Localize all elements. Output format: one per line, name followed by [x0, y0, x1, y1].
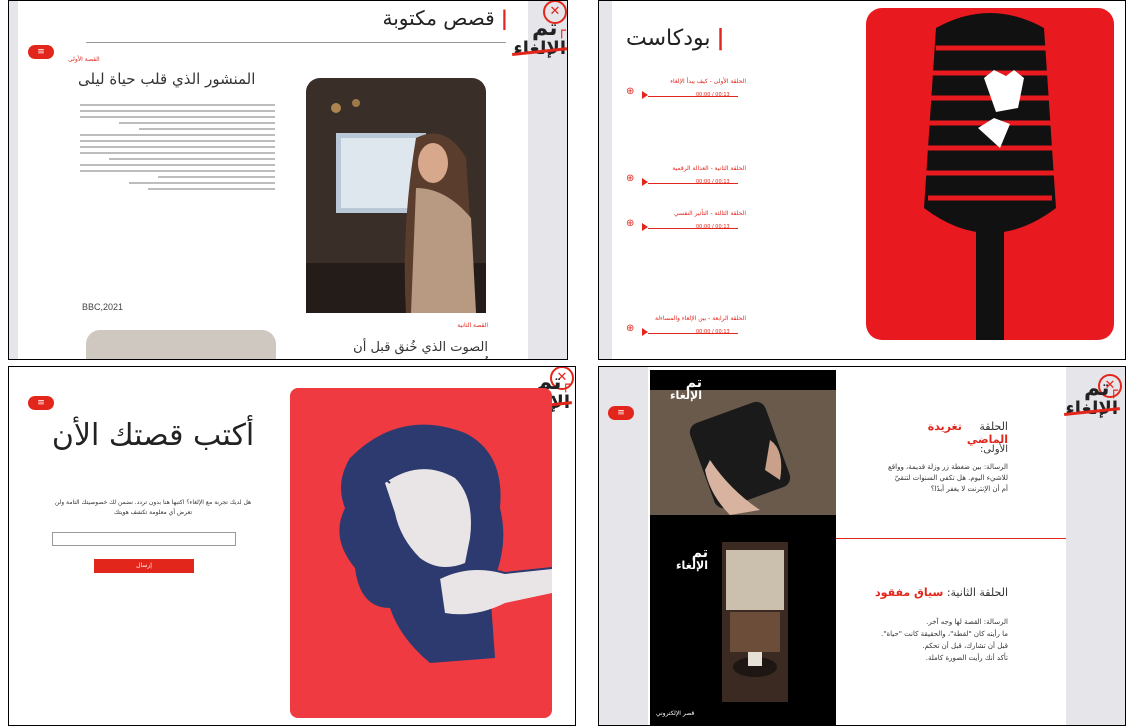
panel-podcast: |بودكاست الحلقة الأولى - كيف يبدأ الإلغا…: [598, 0, 1126, 360]
panel-frame: [598, 366, 1126, 726]
panel-frame: [598, 0, 1126, 360]
panel-frame: [8, 0, 568, 360]
panel-frame: [8, 366, 576, 726]
panel-written-stories: ≡ ✕ ┌تم الإلغاء |قصص مكتوبة القصة الأولى…: [8, 0, 568, 360]
panel-episodes: ≡ ✕ ┌تم الإلغاء تم الإلغاء الحلقة تغريدة…: [598, 366, 1126, 726]
panel-write-story: ≡ ✕ ┌تم الإلغاء أكتب قصتك الأن هل لديك ت…: [8, 366, 576, 726]
